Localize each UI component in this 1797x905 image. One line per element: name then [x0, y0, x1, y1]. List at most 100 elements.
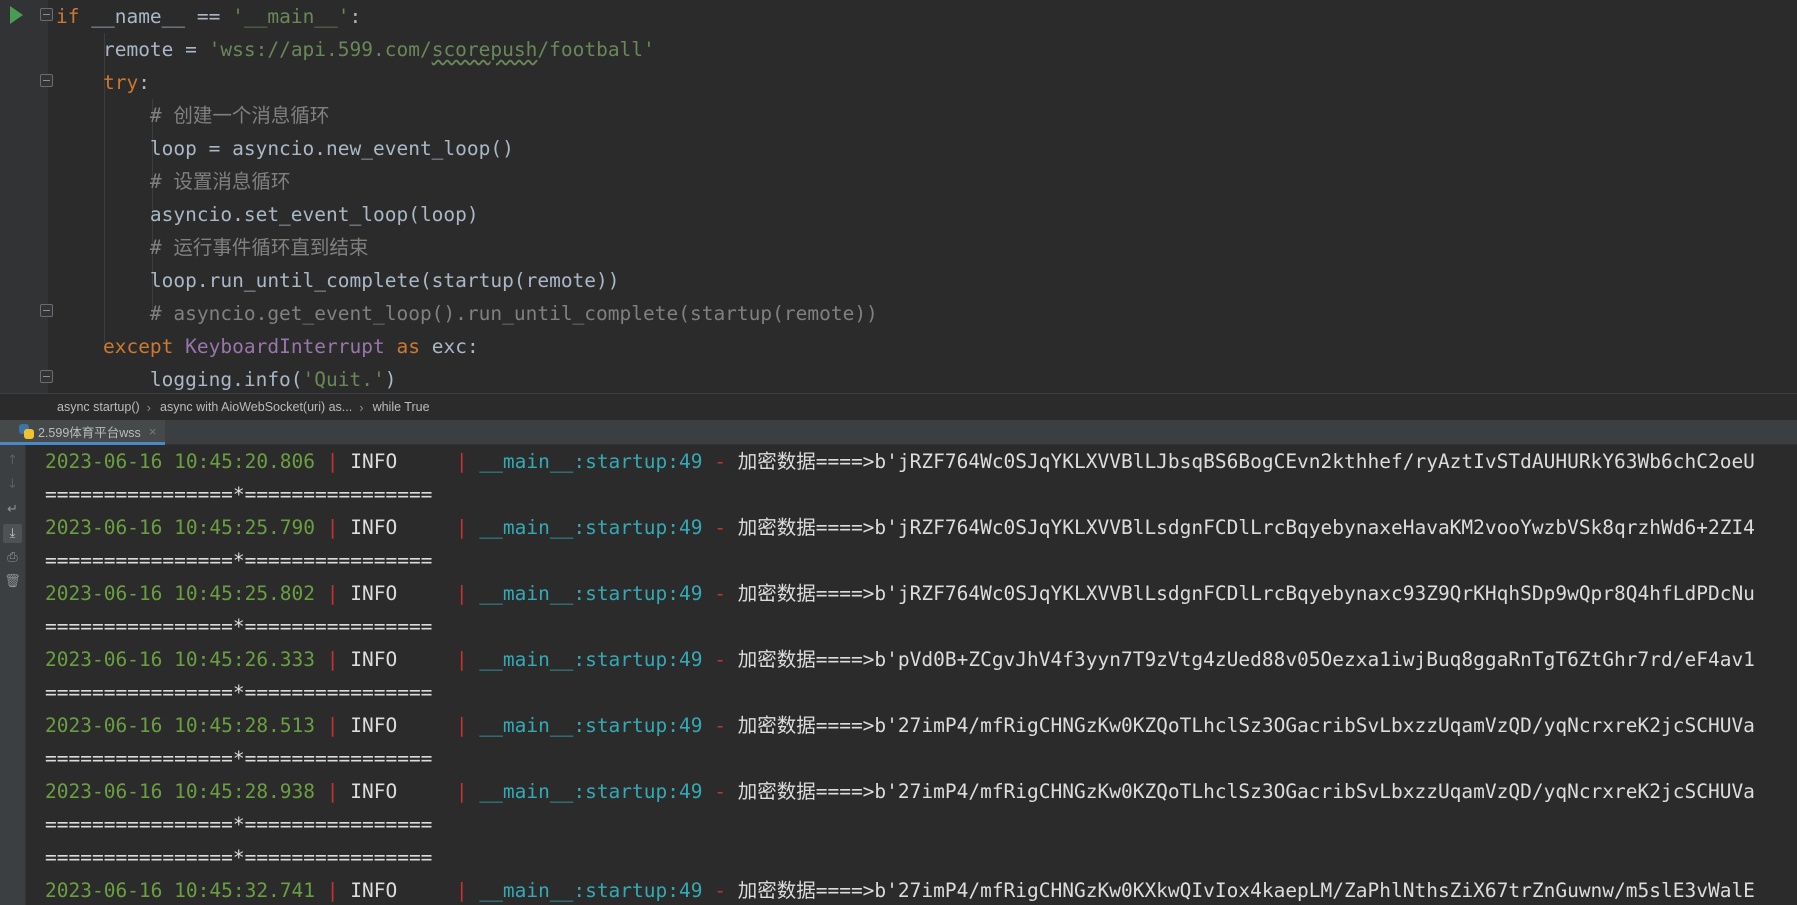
trash-icon[interactable]: 🗑 [3, 572, 22, 591]
log-module: __main__:startup:49 [479, 582, 703, 605]
code-token: == [185, 5, 233, 28]
code-token: if [56, 5, 92, 28]
log-dash: - [702, 648, 738, 671]
code-line[interactable]: try: [56, 66, 150, 99]
python-icon [19, 423, 34, 439]
log-pipe: | [444, 879, 480, 902]
code-line[interactable]: if __name__ == '__main__': [56, 0, 361, 33]
console-separator-line[interactable]: ================*================ [45, 544, 432, 577]
code-token: 'Quit.' [302, 368, 385, 391]
up-arrow-icon[interactable]: ↑ [3, 451, 22, 470]
code-token: KeyboardInterrupt [185, 335, 385, 358]
run-tab-bar: 2.599体育平台wss × [0, 420, 1797, 445]
code-editor[interactable]: if __name__ == '__main__': remote = 'wss… [0, 0, 1797, 393]
console-log-line[interactable]: 2023-06-16 10:45:26.333 | INFO | __main_… [45, 643, 1755, 676]
breadcrumb-item-while-true[interactable]: while True [373, 400, 430, 414]
separator-text: ================*================ [45, 549, 433, 572]
code-token: '__main__' [232, 5, 350, 28]
code-line[interactable]: asyncio.set_event_loop(loop) [56, 198, 479, 231]
code-token: ) [384, 368, 397, 391]
run-icon[interactable] [10, 6, 23, 24]
breadcrumb-item-aiowebsocket[interactable]: async with AioWebSocket(uri) as... [160, 400, 352, 414]
code-line[interactable]: # 设置消息循环 [56, 165, 290, 198]
console-log-line[interactable]: 2023-06-16 10:45:28.938 | INFO | __main_… [45, 775, 1755, 808]
log-dash: - [702, 582, 738, 605]
code-line[interactable]: loop.run_until_complete(startup(remote)) [56, 264, 620, 297]
console-log-line[interactable]: 2023-06-16 10:45:20.806 | INFO | __main_… [45, 445, 1755, 478]
down-arrow-icon[interactable]: ↓ [3, 475, 22, 494]
code-token: : [138, 71, 150, 94]
code-token: 'wss://api.599.com/ [208, 38, 432, 61]
console-log-line[interactable]: 2023-06-16 10:45:28.513 | INFO | __main_… [45, 709, 1755, 742]
separator-text: ================*================ [45, 813, 433, 836]
log-pipe: | [315, 648, 351, 671]
fold-marker-icon[interactable] [40, 304, 53, 317]
editor-gutter [0, 0, 48, 393]
print-icon[interactable]: ⎙ [3, 548, 22, 567]
log-pipe: | [315, 879, 351, 902]
code-line[interactable]: remote = 'wss://api.599.com/scorepush/fo… [56, 33, 655, 66]
log-pipe: | [315, 582, 351, 605]
console-separator-line[interactable]: ================*================ [45, 676, 432, 709]
fold-marker-icon[interactable] [40, 8, 53, 21]
log-message: 加密数据====>b'27imP4/mfRigCHNGzKw0KXkwQIvIo… [737, 879, 1755, 902]
code-token: asyncio.set_event_loop(loop) [149, 203, 479, 226]
code-line[interactable]: logging.info('Quit.') [56, 363, 397, 393]
code-token: __name__ [91, 5, 186, 28]
separator-text: ================*================ [45, 846, 433, 869]
console-separator-line[interactable]: ================*================ [45, 610, 432, 643]
console-separator-line[interactable]: ================*================ [45, 808, 432, 841]
code-token: remote = [102, 38, 209, 61]
code-token: loop = asyncio.new_event_loop() [149, 137, 514, 160]
run-tab[interactable]: 2.599体育平台wss × [0, 420, 165, 445]
code-token: as [384, 335, 432, 358]
close-icon[interactable]: × [149, 424, 157, 439]
code-line[interactable]: # 创建一个消息循环 [56, 99, 329, 132]
log-module: __main__:startup:49 [479, 648, 703, 671]
code-line[interactable]: # 运行事件循环直到结束 [56, 231, 368, 264]
log-module: __main__:startup:49 [479, 879, 703, 902]
fold-marker-icon[interactable] [40, 370, 53, 383]
log-message: 加密数据====>b'27imP4/mfRigCHNGzKw0KZQoTLhcl… [737, 714, 1755, 737]
chevron-right-icon: › [359, 399, 364, 415]
log-pipe: | [315, 780, 351, 803]
code-line[interactable]: # asyncio.get_event_loop().run_until_com… [56, 297, 878, 330]
code-token: exc: [431, 335, 479, 358]
code-line[interactable]: except KeyboardInterrupt as exc: [56, 330, 479, 363]
console-separator-line[interactable]: ================*================ [45, 742, 432, 775]
log-pipe: | [315, 450, 351, 473]
fold-marker-icon[interactable] [40, 74, 53, 87]
log-dash: - [702, 450, 738, 473]
scroll-to-end-icon[interactable]: ⤓ [3, 524, 22, 543]
log-pipe: | [315, 714, 351, 737]
separator-text: ================*================ [45, 615, 433, 638]
log-dash: - [702, 879, 738, 902]
console-log-line[interactable]: 2023-06-16 10:45:25.802 | INFO | __main_… [45, 577, 1755, 610]
code-line[interactable]: loop = asyncio.new_event_loop() [56, 132, 514, 165]
log-timestamp: 2023-06-16 10:45:25.802 [45, 582, 316, 605]
breadcrumb-item-startup[interactable]: async startup() [57, 400, 140, 414]
log-dash: - [702, 714, 738, 737]
log-dash: - [702, 780, 738, 803]
console-log-line[interactable]: 2023-06-16 10:45:25.790 | INFO | __main_… [45, 511, 1755, 544]
console-log-line[interactable]: 2023-06-16 10:45:32.741 | INFO | __main_… [45, 874, 1755, 905]
log-dash: - [702, 516, 738, 539]
log-module: __main__:startup:49 [479, 516, 703, 539]
ide-window: if __name__ == '__main__': remote = 'wss… [0, 0, 1797, 905]
console-separator-line[interactable]: ================*================ [45, 478, 432, 511]
code-token: # asyncio.get_event_loop().run_until_com… [149, 302, 878, 325]
console-separator-line[interactable]: ================*================ [45, 841, 432, 874]
log-pipe: | [444, 450, 480, 473]
log-pipe: | [444, 648, 480, 671]
soft-wrap-icon[interactable]: ↵ [3, 500, 22, 519]
log-level: INFO [350, 714, 445, 737]
log-timestamp: 2023-06-16 10:45:26.333 [45, 648, 316, 671]
log-message: 加密数据====>b'jRZF764Wc0SJqYKLXVVBlLsdgnFCD… [737, 516, 1755, 539]
separator-text: ================*================ [45, 483, 433, 506]
console-output[interactable]: 2023-06-16 10:45:20.806 | INFO | __main_… [27, 445, 1797, 905]
